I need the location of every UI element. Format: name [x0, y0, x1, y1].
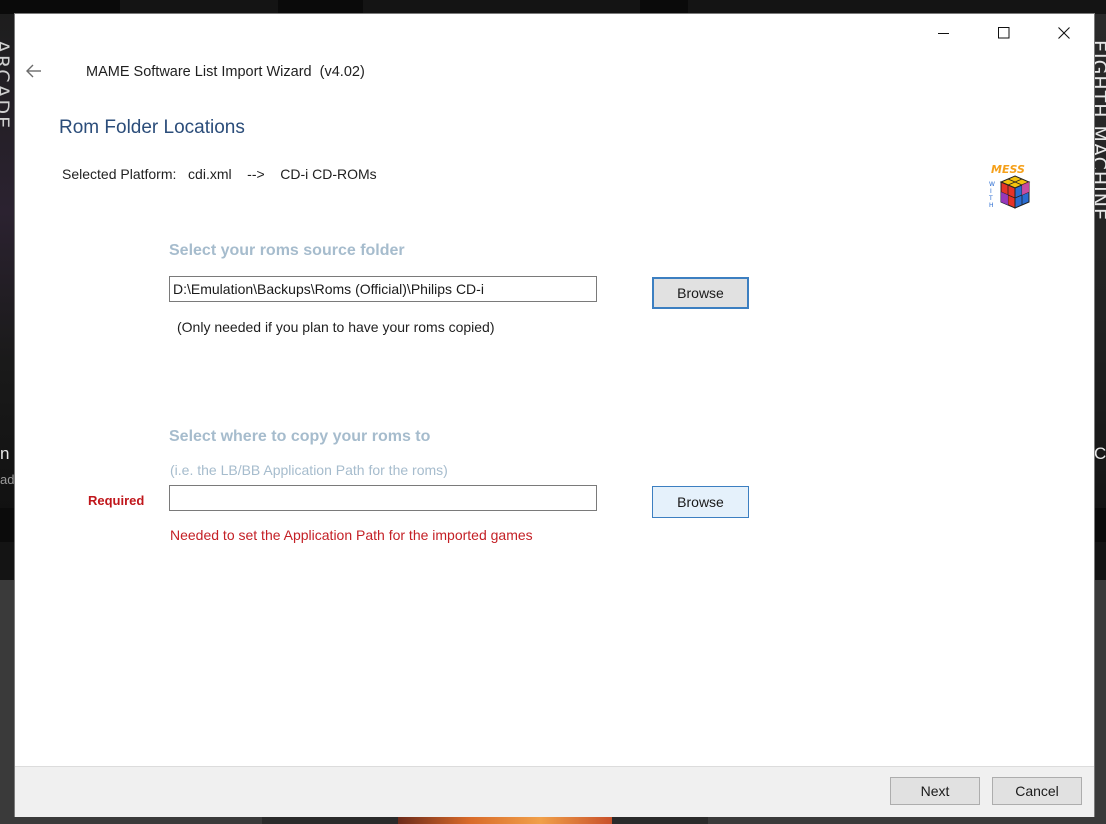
cancel-button[interactable]: Cancel: [992, 777, 1082, 805]
page-heading: Rom Folder Locations: [59, 117, 245, 138]
background-tab: [640, 0, 688, 14]
wizard-window: MAME Software List Import Wizard (v4.02)…: [15, 14, 1094, 817]
required-label: Required: [88, 493, 145, 508]
destination-browse-button[interactable]: Browse: [652, 486, 749, 518]
close-icon: [1058, 27, 1070, 39]
selected-platform-label: Selected Platform: cdi.xml --> CD-i CD-R…: [62, 166, 377, 182]
minimize-icon: [938, 33, 949, 34]
destination-required-note: Needed to set the Application Path for t…: [170, 527, 533, 543]
minimize-button[interactable]: [915, 14, 973, 52]
background-label-right: C: [1094, 444, 1106, 463]
background-thumb: [612, 816, 708, 824]
close-button[interactable]: [1035, 14, 1093, 52]
wizard-footer: Next Cancel: [15, 766, 1094, 817]
mess-logo: MESS W I T H: [988, 163, 1031, 209]
background-thumb: [262, 816, 398, 824]
source-folder-input[interactable]: [169, 276, 597, 302]
source-browse-button[interactable]: Browse: [652, 277, 749, 309]
rubiks-cube-icon: [999, 175, 1031, 209]
destination-folder-heading: Select where to copy your roms to: [169, 428, 431, 445]
window-title: MAME Software List Import Wizard (v4.02): [86, 64, 365, 80]
arrow-left-icon[interactable]: [25, 62, 43, 80]
logo-with-w: W: [989, 181, 995, 188]
destination-folder-input[interactable]: [169, 485, 597, 511]
maximize-button[interactable]: [975, 14, 1033, 52]
source-folder-note: (Only needed if you plan to have your ro…: [177, 319, 495, 335]
background-label-left: n: [0, 444, 10, 463]
maximize-icon: [998, 27, 1010, 39]
logo-with-h: H: [989, 202, 994, 209]
destination-folder-hint: (i.e. the LB/BB Application Path for the…: [170, 462, 448, 478]
logo-with-i: I: [990, 188, 992, 195]
background-tab: [278, 0, 363, 14]
source-folder-heading: Select your roms source folder: [169, 242, 405, 259]
background-card-text-left: ARCADE: [0, 40, 13, 131]
background-tab: [0, 0, 120, 14]
logo-word: MESS: [991, 163, 1025, 176]
logo-with-t: T: [988, 195, 993, 202]
next-button[interactable]: Next: [890, 777, 980, 805]
